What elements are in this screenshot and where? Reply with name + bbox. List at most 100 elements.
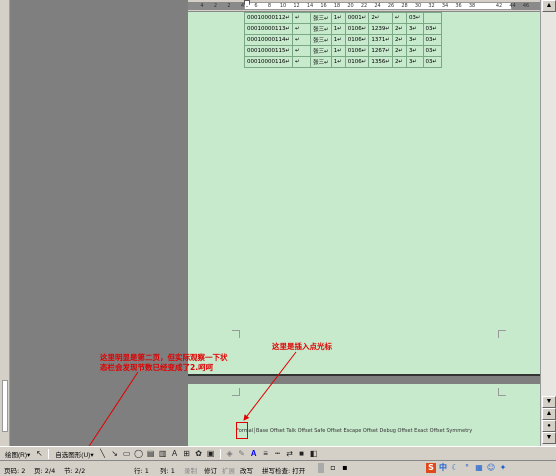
table-cell[interactable]: 2↵ bbox=[391, 34, 407, 46]
ruler-tick-label: 6 bbox=[254, 3, 258, 9]
soft-keyboard-icon[interactable]: ▦ bbox=[474, 463, 484, 473]
ruler-tick-label: 4 bbox=[200, 3, 204, 9]
table-cell[interactable]: 张三↵ bbox=[310, 45, 332, 57]
table-cell[interactable]: 00010000113↵ bbox=[243, 23, 294, 35]
table-cell[interactable]: ↵ bbox=[292, 12, 312, 24]
table-cell[interactable]: 1↵ bbox=[330, 56, 346, 68]
fill-color-icon[interactable]: ◈ bbox=[225, 449, 235, 459]
table-cell[interactable]: 2↵ bbox=[391, 45, 407, 57]
status-section: 节: 2/2 bbox=[64, 467, 86, 475]
sogou-input-icon[interactable]: S bbox=[426, 463, 436, 473]
status-track-changes[interactable]: 修订 bbox=[204, 465, 217, 475]
table-cell[interactable]: 03↵ bbox=[422, 34, 442, 46]
table-cell[interactable]: 0106↵ bbox=[344, 45, 370, 57]
table-cell[interactable]: 00010000116↵ bbox=[243, 56, 294, 68]
table-cell[interactable]: 3↵ bbox=[405, 23, 424, 35]
table-cell[interactable]: 03↵ bbox=[422, 56, 442, 68]
table-cell[interactable] bbox=[422, 12, 442, 24]
table-cell[interactable]: 0106↵ bbox=[344, 34, 370, 46]
punctuation-icon[interactable]: ° bbox=[462, 463, 472, 473]
table-cell[interactable]: ↵ bbox=[292, 34, 312, 46]
ruler-tick-label: 20 bbox=[347, 3, 354, 9]
horizontal-ruler[interactable]: 4 2 2 4 6 8 10 12 14 16 18 20 22 24 26 28 30 32 34 36 38 42 44… bbox=[188, 0, 540, 12]
table-cell[interactable]: 张三↵ bbox=[310, 12, 332, 24]
select-objects-icon[interactable]: ↖ bbox=[34, 449, 44, 459]
document-icon[interactable]: ▫ bbox=[328, 463, 338, 473]
vertical-textbox-icon[interactable]: ▥ bbox=[158, 449, 168, 459]
table-cell[interactable]: 张三↵ bbox=[310, 56, 332, 68]
ruler-tick-label: 42 bbox=[495, 3, 503, 9]
scroll-up-button[interactable]: ▲ bbox=[542, 0, 556, 12]
autoshapes-menu-button[interactable]: 自选图形(U)▾ bbox=[53, 448, 95, 459]
table-cell[interactable]: 1↵ bbox=[330, 12, 346, 24]
table-cell[interactable]: 3↵ bbox=[405, 45, 424, 57]
table-cell[interactable]: 1↵ bbox=[330, 45, 346, 57]
table-cell[interactable]: 03↵ bbox=[405, 12, 424, 24]
table-cell[interactable]: 0001↵ bbox=[344, 12, 370, 24]
textbox-tool-icon[interactable]: ▤ bbox=[146, 449, 156, 459]
table-cell[interactable]: ↵ bbox=[391, 12, 407, 24]
table-cell[interactable]: 2↵ bbox=[391, 56, 407, 68]
table-cell[interactable]: 03↵ bbox=[422, 45, 442, 57]
table-cell[interactable]: 1239↵ bbox=[368, 23, 393, 35]
table-cell[interactable]: 0106↵ bbox=[344, 56, 370, 68]
table-cell[interactable]: 1356↵ bbox=[368, 56, 393, 68]
tools-wrench-icon[interactable]: ✦ bbox=[498, 463, 508, 473]
ruler-tick-label: 8 bbox=[267, 3, 272, 9]
table-cell[interactable]: 1↵ bbox=[330, 23, 346, 35]
table-cell[interactable]: 1↵ bbox=[330, 34, 346, 46]
font-color-icon[interactable]: A bbox=[249, 449, 259, 459]
status-overwrite[interactable]: 改写 bbox=[240, 465, 253, 475]
book-icon[interactable]: ▪ bbox=[340, 463, 350, 473]
table-cell[interactable]: 03↵ bbox=[422, 23, 442, 35]
status-record-macro[interactable]: 录制 bbox=[184, 465, 197, 475]
table-cell[interactable]: 00010000114↵ bbox=[243, 34, 294, 46]
table-cell[interactable]: ↵ bbox=[292, 56, 312, 68]
table-cell[interactable]: 2↵ bbox=[368, 12, 393, 24]
document-page-1[interactable]: 00010000112↵ ↵ 张三↵ 1↵ 0001↵ 2↵ ↵ 03↵ 00010000113… bbox=[188, 12, 540, 374]
rectangle-tool-icon[interactable]: ▭ bbox=[122, 449, 132, 459]
next-page-button[interactable]: ▼ bbox=[542, 432, 556, 444]
table-cell[interactable]: 00010000115↵ bbox=[243, 45, 294, 57]
ime-language-indicator[interactable]: 中 bbox=[438, 463, 448, 473]
line-tool-icon[interactable]: ╲ bbox=[98, 449, 108, 459]
shadow-style-icon[interactable]: ■ bbox=[297, 449, 307, 459]
page-break-gap bbox=[188, 374, 540, 384]
table-cell[interactable]: 3↵ bbox=[405, 34, 424, 46]
line-style-icon[interactable]: ≡ bbox=[261, 449, 271, 459]
ruler-tick-label: 30 bbox=[414, 3, 422, 9]
wordart-icon[interactable]: A bbox=[170, 449, 180, 459]
table-cell[interactable]: 0106↵ bbox=[344, 23, 370, 35]
status-spell-check[interactable]: 拼写检查: 打开 bbox=[262, 465, 305, 475]
table-cell[interactable]: 张三↵ bbox=[310, 23, 332, 35]
status-extend-selection[interactable]: 扩展 bbox=[222, 465, 235, 475]
table-cell[interactable]: 00010000112↵ bbox=[243, 12, 294, 24]
vertical-ruler[interactable] bbox=[0, 0, 10, 446]
3d-style-icon[interactable]: ◧ bbox=[309, 449, 319, 459]
previous-page-button[interactable]: ▲ bbox=[542, 408, 556, 420]
arrow-style-icon[interactable]: ⇄ bbox=[285, 449, 295, 459]
line-color-icon[interactable]: ✎ bbox=[237, 449, 247, 459]
clipart-icon[interactable]: ✿ bbox=[194, 449, 204, 459]
oval-tool-icon[interactable]: ◯ bbox=[134, 449, 144, 459]
status-bar: 页码: 2 页: 2/4 节: 2/2 行: 1 列: 1 录制 修订 扩展 改… bbox=[0, 460, 556, 476]
scroll-down-button[interactable]: ▼ bbox=[542, 396, 556, 408]
table-cell[interactable]: 2↵ bbox=[391, 23, 407, 35]
table-cell[interactable]: ↵ bbox=[292, 23, 312, 35]
table-cell[interactable]: 3↵ bbox=[405, 56, 424, 68]
select-browse-object-button[interactable]: ● bbox=[542, 420, 556, 432]
table-cell[interactable]: 1371↵ bbox=[368, 34, 393, 46]
diagram-icon[interactable]: ⊞ bbox=[182, 449, 192, 459]
ruler-tick-label: 22 bbox=[360, 3, 368, 9]
dash-style-icon[interactable]: ┅ bbox=[273, 449, 283, 459]
user-icon[interactable]: ☺ bbox=[486, 463, 496, 473]
vertical-scrollbar[interactable]: ▲ ▼ ▲ ● ▼ bbox=[540, 0, 556, 446]
table-cell[interactable]: ↵ bbox=[292, 45, 312, 57]
draw-menu-button[interactable]: 绘图(R)▾ bbox=[3, 448, 32, 459]
half-width-moon-icon[interactable]: ☾ bbox=[450, 463, 460, 473]
insert-picture-icon[interactable]: ▣ bbox=[206, 449, 216, 459]
table-cell[interactable]: 张三↵ bbox=[310, 34, 332, 46]
table-cell[interactable]: 1267↵ bbox=[368, 45, 393, 57]
arrow-tool-icon[interactable]: ↘ bbox=[110, 449, 120, 459]
ruler-tick-label: 26 bbox=[387, 3, 395, 9]
